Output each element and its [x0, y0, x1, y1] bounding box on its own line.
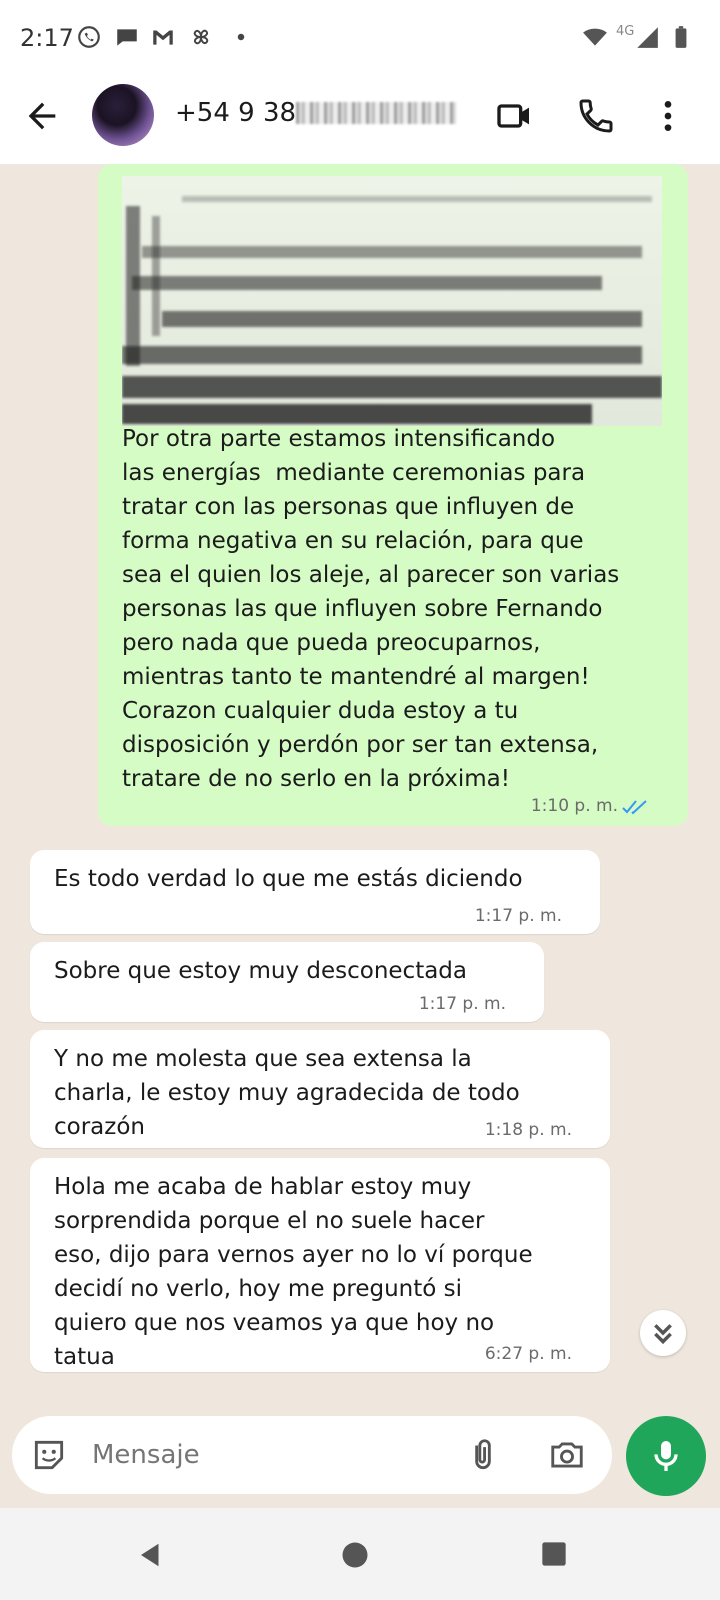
- pinwheel-icon: [193, 29, 209, 45]
- double-chevron-down-icon: [654, 1324, 672, 1345]
- message-text: Hola me acaba de hablar estoy muy sorpre…: [54, 1174, 533, 1370]
- message-bubble-incoming[interactable]: Hola me acaba de hablar estoy muy sorpre…: [30, 1158, 610, 1372]
- back-arrow-icon[interactable]: [22, 96, 62, 136]
- chat-bubble-icon: [117, 29, 137, 46]
- phone-icon[interactable]: [576, 96, 616, 136]
- nav-recents-icon[interactable]: [540, 1540, 568, 1568]
- nav-back-icon[interactable]: [136, 1540, 166, 1570]
- more-vert-icon[interactable]: [648, 96, 688, 136]
- message-text: Es todo verdad lo que me estás diciendo: [54, 866, 523, 892]
- contact-number: +54 9 38: [175, 98, 297, 128]
- message-text: Sobre que estoy muy desconectada: [54, 958, 468, 984]
- contact-name[interactable]: +54 9 38: [175, 98, 457, 128]
- message-composer[interactable]: [12, 1416, 612, 1494]
- camera-icon[interactable]: [548, 1436, 586, 1474]
- dot-icon: [237, 33, 245, 41]
- mic-button[interactable]: [626, 1416, 706, 1496]
- nav-home-icon[interactable]: [340, 1540, 370, 1570]
- avatar[interactable]: [92, 84, 154, 146]
- status-bar: 2:17 4G: [0, 0, 720, 76]
- sticker-icon[interactable]: [30, 1436, 68, 1474]
- message-bubble-incoming[interactable]: Es todo verdad lo que me estás diciendo …: [30, 850, 600, 934]
- battery-icon: [675, 26, 687, 48]
- blurred-text-image: [122, 196, 662, 424]
- message-time: 1:17 p. m.: [474, 906, 562, 926]
- chat-area[interactable]: Por otra parte estamos intensificando la…: [0, 164, 720, 1416]
- message-bubble-outgoing[interactable]: Por otra parte estamos intensificando la…: [98, 164, 688, 826]
- signal-icon: [637, 27, 658, 48]
- message-time: 1:18 p. m.: [484, 1120, 572, 1140]
- system-nav-bar: [0, 1508, 720, 1600]
- message-text: Por otra parte estamos intensificando la…: [122, 426, 620, 792]
- status-time: 2:17: [20, 24, 74, 52]
- video-call-icon[interactable]: [494, 96, 534, 136]
- message-input[interactable]: [90, 1434, 394, 1476]
- message-bubble-incoming[interactable]: Sobre que estoy muy desconectada 1:17 p.…: [30, 942, 544, 1022]
- attach-icon[interactable]: [464, 1436, 502, 1474]
- mic-icon: [654, 1441, 678, 1471]
- network-label: 4G: [616, 24, 635, 39]
- chat-header: +54 9 38: [0, 76, 720, 164]
- message-time: 1:17 p. m.: [418, 994, 506, 1014]
- scroll-to-bottom-button[interactable]: [640, 1310, 686, 1356]
- gmail-icon: [153, 30, 173, 45]
- wifi-icon: [583, 28, 607, 46]
- message-image[interactable]: [122, 176, 662, 426]
- whatsapp-icon: [78, 26, 100, 48]
- message-time: 1:10 p. m.: [530, 796, 618, 816]
- message-time: 6:27 p. m.: [484, 1344, 572, 1364]
- message-text: Y no me molesta que sea extensa la charl…: [54, 1046, 520, 1140]
- redacted-number: [296, 102, 457, 124]
- message-bubble-incoming[interactable]: Y no me molesta que sea extensa la charl…: [30, 1030, 610, 1148]
- read-ticks-icon: [622, 800, 647, 815]
